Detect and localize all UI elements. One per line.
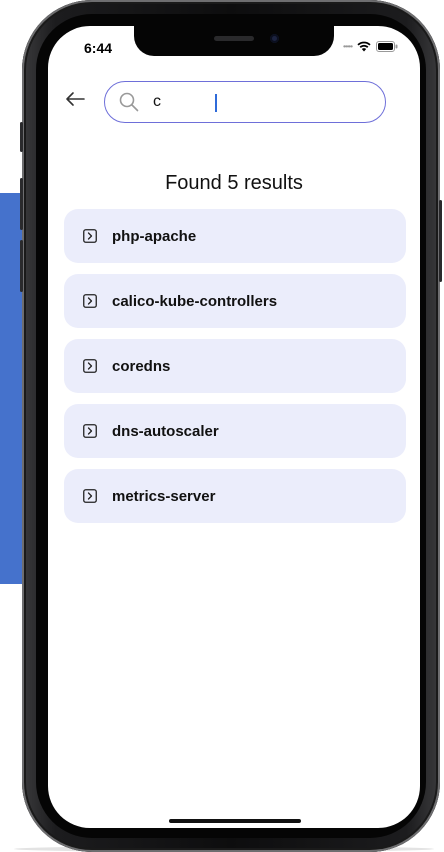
status-icons: ••••• [343, 41, 398, 52]
back-button[interactable] [64, 90, 86, 112]
results-count-title: Found 5 results [165, 172, 303, 194]
chevron-right-box-icon [83, 489, 97, 503]
list-item-label: dns-autoscaler [112, 422, 219, 440]
volume-down-button [20, 240, 23, 292]
status-time: 6:44 [84, 40, 113, 56]
chevron-right-box-icon [83, 359, 97, 373]
home-indicator[interactable] [169, 819, 301, 823]
wifi-icon [357, 41, 371, 52]
list-item-label: calico-kube-controllers [112, 292, 278, 310]
list-item[interactable]: coredns [64, 339, 406, 393]
phone-screen: 6:44 ••••• c Found 5 results php-apache … [48, 26, 420, 828]
power-button [439, 200, 442, 282]
list-item-label: coredns [112, 357, 171, 375]
list-item[interactable]: php-apache [64, 209, 406, 263]
battery-icon [376, 41, 398, 52]
list-item[interactable]: calico-kube-controllers [64, 274, 406, 328]
signal-dots-icon: ••••• [342, 42, 353, 51]
front-camera [270, 34, 279, 43]
results-list: php-apache calico-kube-controllers cored… [64, 209, 406, 534]
list-item[interactable]: metrics-server [64, 469, 406, 523]
arrow-left-icon [65, 91, 85, 112]
list-item-label: php-apache [112, 227, 197, 245]
chevron-right-box-icon [83, 294, 97, 308]
search-icon [119, 92, 139, 112]
volume-up-button [20, 178, 23, 230]
notch [134, 26, 334, 56]
mute-switch [20, 122, 23, 152]
chevron-right-box-icon [83, 424, 97, 438]
search-input[interactable] [153, 93, 353, 111]
list-item-label: metrics-server [112, 487, 216, 505]
text-caret [215, 94, 217, 112]
search-bar[interactable] [104, 81, 386, 123]
chevron-right-box-icon [83, 229, 97, 243]
list-item[interactable]: dns-autoscaler [64, 404, 406, 458]
speaker-grille [214, 36, 254, 41]
